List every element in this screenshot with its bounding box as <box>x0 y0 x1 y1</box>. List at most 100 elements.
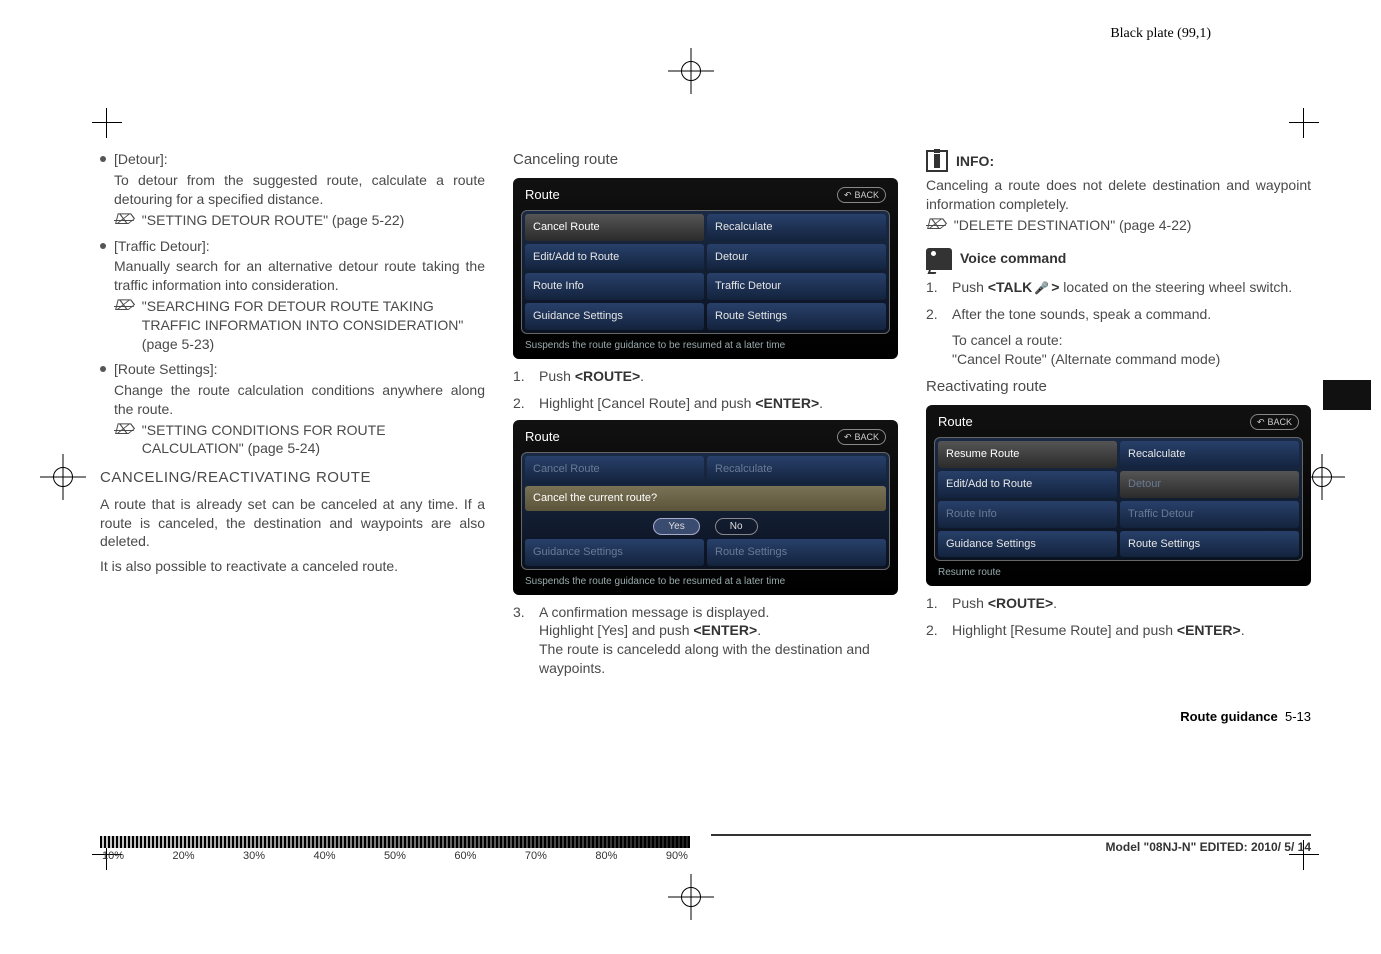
registration-mark-bottom <box>668 874 714 920</box>
voice-label: Voice command <box>960 249 1066 268</box>
screenshot-route-menu: Route ↶ BACK Cancel RouteRecalculateEdit… <box>513 178 898 358</box>
menu-item: Recalculate <box>707 214 886 241</box>
registration-mark-top <box>668 48 714 94</box>
reference-text: "SETTING CONDITIONS FOR ROUTE CALCULATIO… <box>142 421 485 459</box>
body-text: It is also possible to reactivate a canc… <box>100 557 485 576</box>
list-item-body: To detour from the suggested route, calc… <box>114 171 485 209</box>
ruler-label: 10% <box>102 850 124 862</box>
ruler-label: 50% <box>384 850 406 862</box>
menu-item: Traffic Detour <box>707 273 886 300</box>
density-ruler: 10%20%30%40%50%60%70%80%90% <box>100 836 690 858</box>
list-item-body: Manually search for an alternative detou… <box>114 257 485 295</box>
step-number: 1. <box>926 594 942 613</box>
step-text: Highlight [Cancel Route] and push <ENTER… <box>539 394 898 413</box>
black-plate-label: Black plate (99,1) <box>1110 26 1211 42</box>
list-item-title: [Detour]: <box>114 150 485 169</box>
body-text: A route that is already set can be cance… <box>100 495 485 552</box>
model-footer: Model "08NJ-N" EDITED: 2010/ 5/ 14 <box>711 834 1311 854</box>
menu-item: Edit/Add to Route <box>525 244 704 271</box>
subheading: Canceling route <box>513 150 898 170</box>
step-number: 3. <box>513 603 529 679</box>
menu-item: Edit/Add to Route <box>938 471 1117 498</box>
ruler-label: 60% <box>454 850 476 862</box>
talk-icon: 🎤 <box>1034 280 1049 296</box>
reference-text: "DELETE DESTINATION" (page 4-22) <box>954 216 1311 236</box>
menu-item: Recalculate <box>1120 441 1299 468</box>
step-text: After the tone sounds, speak a command. <box>952 305 1311 324</box>
step-text: Highlight [Resume Route] and push <ENTER… <box>952 621 1311 640</box>
yes-button: Yes <box>653 518 699 536</box>
info-label: INFO: <box>956 152 994 171</box>
list-item-body: Change the route calculation conditions … <box>114 381 485 419</box>
back-button: ↶ BACK <box>1250 414 1299 430</box>
column-middle: Canceling route Route ↶ BACK Cancel Rout… <box>513 150 898 686</box>
note-text: To cancel a route: <box>952 331 1311 350</box>
step-number: 1. <box>926 278 942 297</box>
back-button: ↶ BACK <box>837 187 886 203</box>
info-body: Canceling a route does not delete destin… <box>926 176 1311 214</box>
page-footer-title: Route guidance 5-13 <box>1180 709 1311 724</box>
reference-text: "SETTING DETOUR ROUTE" (page 5-22) <box>142 211 485 231</box>
step-number: 2. <box>926 621 942 640</box>
step-number: 2. <box>513 394 529 413</box>
screenshot-confirm-cancel: Route ↶ BACK Cancel Route Recalculate Ca… <box>513 420 898 594</box>
reference-icon: ⌦ <box>114 298 134 354</box>
step-text: A confirmation message is displayed. Hig… <box>539 603 898 679</box>
step-text: Push <TALK🎤> located on the steering whe… <box>952 278 1311 297</box>
menu-item: Cancel Route <box>525 214 704 241</box>
menu-item: Guidance Settings <box>938 531 1117 558</box>
step-text: Push <ROUTE>. <box>539 367 898 386</box>
subheading: Reactivating route <box>926 377 1311 397</box>
screenshot-footer: Suspends the route guidance to be resume… <box>521 570 890 591</box>
reference-icon: ⌦ <box>114 212 134 231</box>
voice-icon <box>926 248 952 270</box>
screenshot-title: Route <box>525 186 560 204</box>
ruler-label: 70% <box>525 850 547 862</box>
ruler-label: 40% <box>313 850 335 862</box>
bullet-icon <box>100 156 106 162</box>
confirm-message: Cancel the current route? <box>525 486 886 511</box>
bullet-icon <box>100 366 106 372</box>
menu-item: Resume Route <box>938 441 1117 468</box>
column-left: [Detour]: To detour from the suggested r… <box>100 150 485 686</box>
menu-item: Guidance Settings <box>525 303 704 330</box>
menu-item: Traffic Detour <box>1120 501 1299 528</box>
crop-mark <box>92 108 122 138</box>
list-item-title: [Route Settings]: <box>114 360 485 379</box>
screenshot-resume-route: Route ↶ BACK Resume RouteRecalculateEdit… <box>926 405 1311 585</box>
menu-item: Route Info <box>938 501 1117 528</box>
menu-item: Detour <box>1120 471 1299 498</box>
ruler-label: 30% <box>243 850 265 862</box>
step-number: 1. <box>513 367 529 386</box>
ruler-label: 90% <box>666 850 688 862</box>
crop-mark <box>1289 108 1319 138</box>
ruler-label: 80% <box>595 850 617 862</box>
reference-text: "SEARCHING FOR DETOUR ROUTE TAKING TRAFF… <box>142 297 485 354</box>
back-button: ↶ BACK <box>837 429 886 445</box>
menu-item: Route Settings <box>707 539 886 566</box>
screenshot-footer: Resume route <box>934 561 1303 582</box>
ruler-label: 20% <box>172 850 194 862</box>
menu-item: Cancel Route <box>525 456 704 483</box>
section-heading: CANCELING/REACTIVATING ROUTE <box>100 468 485 488</box>
menu-item: Route Info <box>525 273 704 300</box>
column-right: INFO: Canceling a route does not delete … <box>926 150 1311 686</box>
menu-item: Recalculate <box>707 456 886 483</box>
menu-item: Guidance Settings <box>525 539 704 566</box>
screenshot-footer: Suspends the route guidance to be resume… <box>521 334 890 355</box>
reference-icon: ⌦ <box>926 217 946 236</box>
reference-icon: ⌦ <box>114 422 134 459</box>
registration-mark-left <box>40 454 86 500</box>
note-text: "Cancel Route" (Alternate command mode) <box>952 350 1311 369</box>
info-icon <box>926 150 948 172</box>
menu-item: Detour <box>707 244 886 271</box>
screenshot-title: Route <box>525 428 560 446</box>
bullet-icon <box>100 243 106 249</box>
list-item-title: [Traffic Detour]: <box>114 237 485 256</box>
menu-item: Route Settings <box>1120 531 1299 558</box>
step-number: 2. <box>926 305 942 324</box>
no-button: No <box>715 518 758 536</box>
step-text: Push <ROUTE>. <box>952 594 1311 613</box>
section-tab <box>1323 380 1371 410</box>
screenshot-title: Route <box>938 413 973 431</box>
